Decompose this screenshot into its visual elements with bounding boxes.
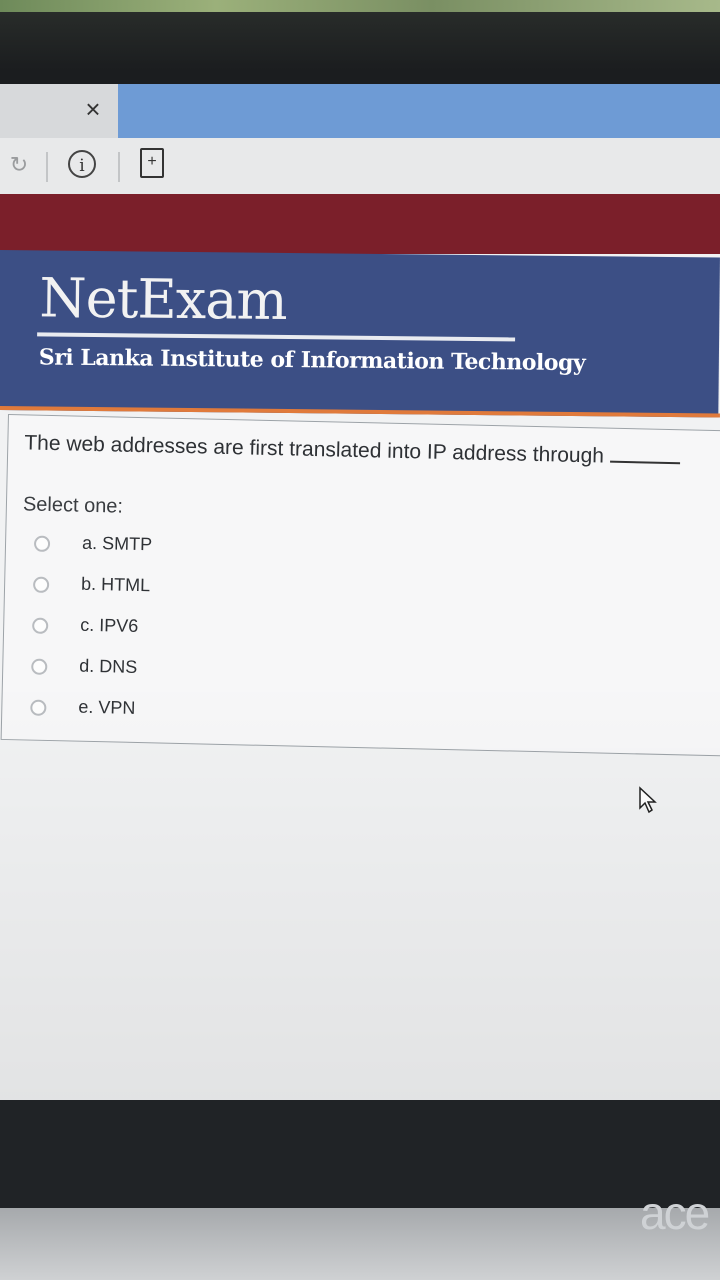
option-label[interactable]: c. IPV6	[80, 615, 138, 637]
option-e[interactable]: e. VPN	[22, 693, 423, 743]
question-label: The web addresses are first translated i…	[24, 431, 605, 468]
answer-blank	[609, 460, 680, 465]
info-icon[interactable]: i	[68, 150, 96, 178]
radio-button[interactable]	[32, 576, 50, 593]
option-label[interactable]: a. SMTP	[82, 533, 152, 556]
reload-icon[interactable]: ↻	[4, 150, 34, 180]
page-add-icon[interactable]: +	[140, 148, 164, 178]
background-strip	[0, 0, 720, 12]
toolbar-divider	[46, 152, 48, 182]
laptop-base	[0, 1208, 720, 1280]
active-tab[interactable]	[118, 84, 720, 138]
answer-options: a. SMTP b. HTML c. IPV6 d. DNS e. VPN	[22, 529, 427, 743]
option-label[interactable]: e. VPN	[78, 697, 135, 719]
photo-frame: × ↻ i + NetExam Sri Lanka Institute of I…	[0, 0, 720, 1280]
site-top-bar	[0, 194, 720, 254]
select-one-label: Select one:	[22, 493, 124, 518]
radio-button[interactable]	[31, 658, 48, 675]
site-logo-text: NetExam	[39, 266, 288, 333]
toolbar-divider	[118, 152, 120, 182]
browser-toolbar: ↻ i +	[0, 138, 720, 197]
laptop-brand-logo: ace	[640, 1187, 710, 1239]
institution-name: Sri Lanka Institute of Information Techn…	[38, 344, 586, 377]
radio-button[interactable]	[32, 617, 49, 634]
radio-button[interactable]	[30, 699, 47, 716]
laptop-screen: × ↻ i + NetExam Sri Lanka Institute of I…	[0, 84, 720, 1164]
radio-button[interactable]	[33, 535, 51, 552]
site-banner: NetExam Sri Lanka Institute of Informati…	[0, 250, 720, 418]
option-label[interactable]: d. DNS	[79, 656, 137, 678]
tab-bar: ×	[0, 84, 720, 138]
option-label[interactable]: b. HTML	[81, 574, 150, 597]
close-icon[interactable]: ×	[78, 94, 108, 124]
logo-underline	[37, 332, 516, 342]
question-panel: The web addresses are first translated i…	[0, 414, 720, 757]
mouse-cursor-icon	[639, 786, 657, 814]
question-text: The web addresses are first translated i…	[24, 431, 680, 470]
